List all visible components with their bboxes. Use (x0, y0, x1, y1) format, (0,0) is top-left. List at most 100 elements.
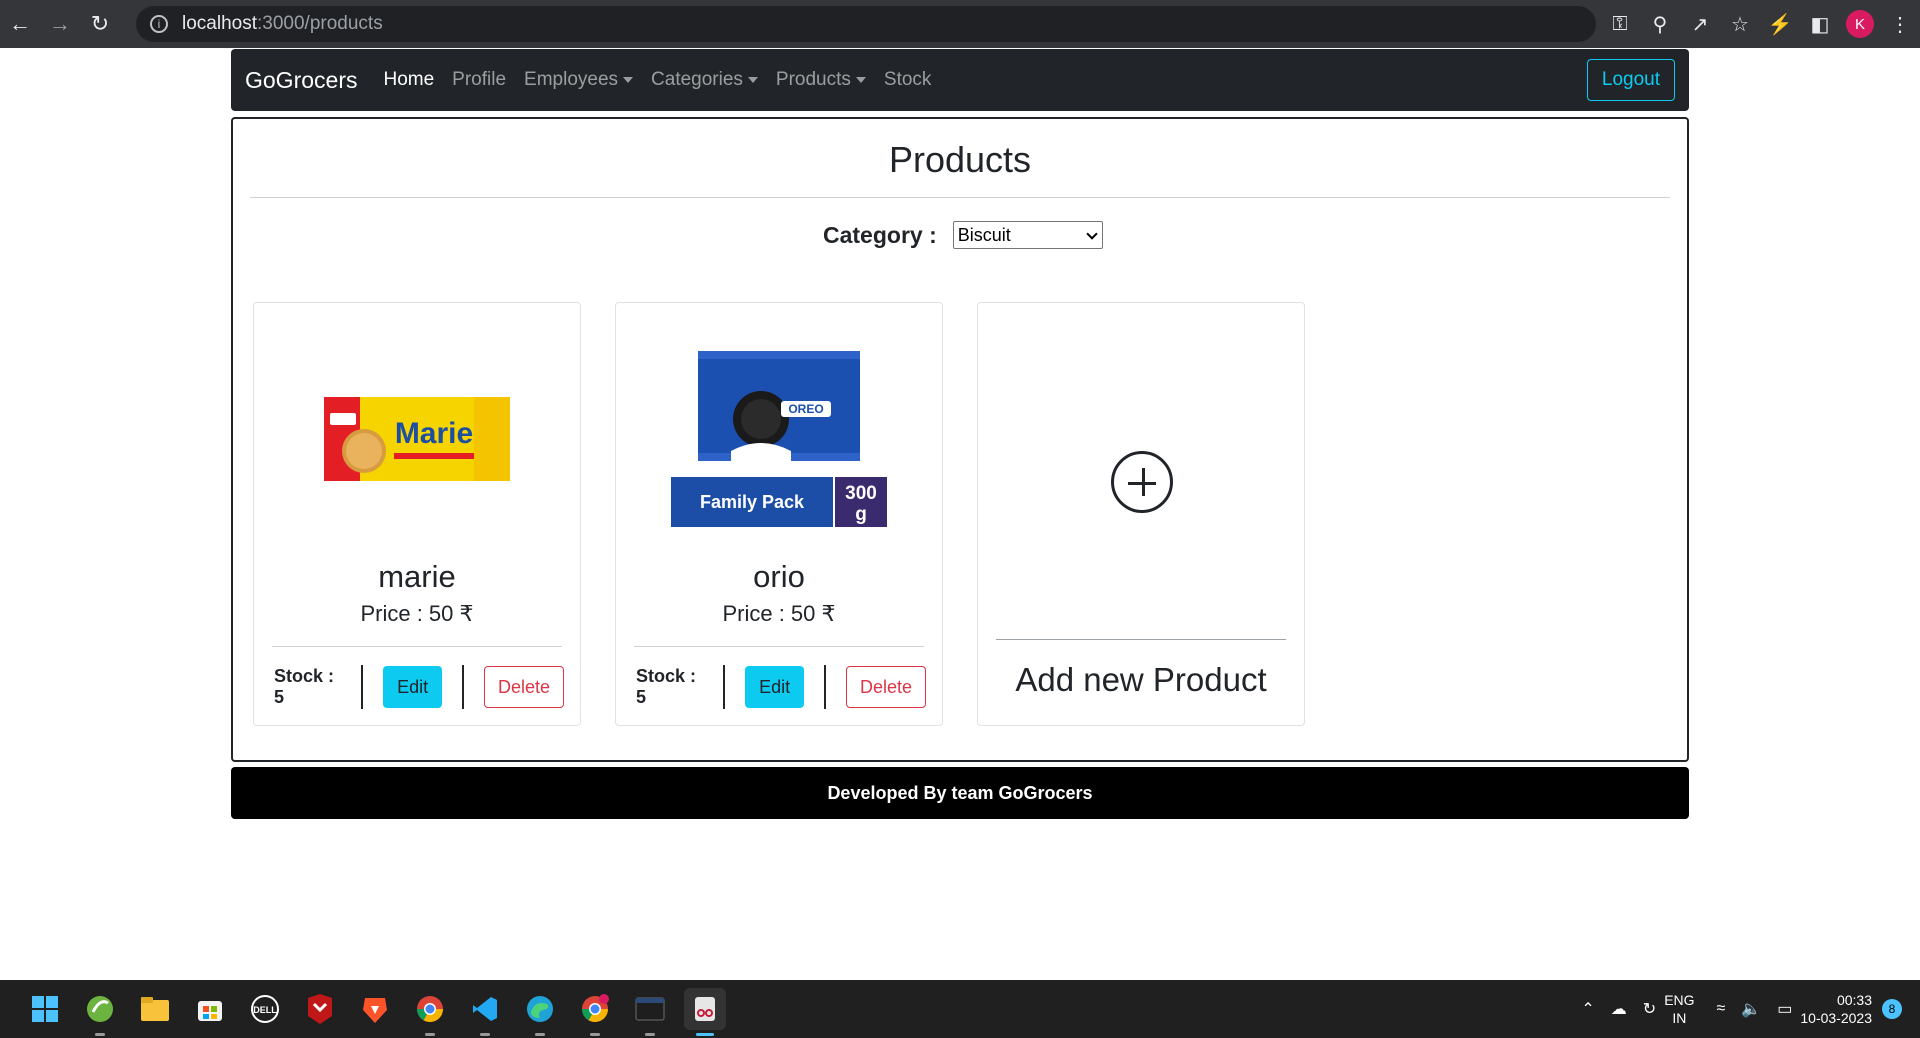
product-image: Marie (254, 339, 580, 539)
product-card: Marie marie Price : 50 ₹ Stock : 5 Edit … (253, 302, 581, 726)
svg-text:Marie: Marie (395, 417, 473, 450)
url-path: :3000/products (257, 13, 383, 34)
sync-icon[interactable]: ↻ (1643, 999, 1656, 1019)
nav-stock[interactable]: Stock (884, 69, 932, 91)
title-divider (250, 197, 1670, 198)
add-product-card[interactable]: Add new Product (977, 302, 1305, 726)
delete-button[interactable]: Delete (483, 666, 564, 708)
browser-toolbar: ← → ↻ i localhost:3000/products ⚿ ⚲ ↗ ☆ … (0, 0, 1920, 48)
vertical-divider (723, 665, 726, 709)
edit-button[interactable]: Edit (745, 666, 805, 708)
notification-badge[interactable]: 8 (1882, 999, 1902, 1019)
svg-text:OREO: OREO (788, 402, 823, 416)
svg-text:g: g (855, 504, 867, 525)
category-select-value: Biscuit (957, 224, 1011, 245)
mysql-shell-icon[interactable] (629, 988, 671, 1036)
vertical-divider (361, 665, 364, 709)
system-tray: ⌃ ☁ ↻ ENG IN ≈ 🔈 ▭ 00:33 10-03-2023 8 (1573, 980, 1902, 1038)
speaker-muted-icon[interactable]: 🔈 (1741, 999, 1761, 1019)
mcafee-icon[interactable] (299, 988, 341, 1030)
clock-time: 00:33 (1836, 992, 1872, 1008)
vertical-divider (824, 665, 826, 709)
product-card: OREO Family Pack 300 g orio Price : 50 ₹… (615, 302, 943, 726)
nav-products-dropdown[interactable]: Products (776, 69, 866, 91)
card-divider (996, 639, 1286, 640)
card-divider (272, 646, 562, 647)
card-actions: Stock : 5 Edit Delete (274, 665, 564, 709)
page-title: Products (888, 139, 1032, 180)
onedrive-cloud-icon[interactable]: ☁ (1611, 999, 1627, 1019)
svg-text:300: 300 (845, 483, 877, 504)
nav-categories-label: Categories (651, 69, 743, 90)
logout-button[interactable]: Logout (1586, 59, 1675, 101)
edge-icon[interactable] (519, 988, 561, 1036)
windows-start-icon[interactable] (24, 988, 66, 1030)
key-icon[interactable]: ⚿ (1600, 4, 1640, 44)
spring-tool-icon[interactable] (79, 988, 121, 1036)
forward-icon[interactable]: → (40, 4, 80, 44)
chevron-down-icon (1086, 228, 1098, 240)
add-product-label[interactable]: Add new Product (978, 661, 1304, 699)
plus-circle-icon[interactable] (1111, 451, 1173, 513)
svg-text:DELL: DELL (253, 1005, 277, 1015)
chrome-profile-icon[interactable] (574, 988, 616, 1036)
url-host: localhost (182, 13, 257, 34)
caret-down-icon (747, 76, 758, 83)
menu-kebab-icon[interactable]: ⋮ (1880, 4, 1920, 44)
product-price: Price : 50 ₹ (360, 601, 474, 626)
edit-button[interactable]: Edit (383, 666, 443, 708)
oreo-pack-image: OREO Family Pack 300 g (671, 351, 887, 527)
caret-down-icon (623, 76, 634, 83)
nav-profile[interactable]: Profile (452, 69, 506, 91)
nav-categories-dropdown[interactable]: Categories (651, 69, 758, 91)
side-panel-icon[interactable]: ◧ (1800, 4, 1840, 44)
product-name: orio (753, 559, 805, 594)
marie-pack-image: Marie (324, 397, 510, 481)
site-info-icon[interactable]: i (150, 15, 168, 33)
extension-icon[interactable]: ⚡ (1760, 4, 1800, 44)
region-code: IN (1672, 1010, 1687, 1026)
language-indicator[interactable]: ENG IN (1664, 991, 1694, 1027)
reload-icon[interactable]: ↻ (80, 4, 120, 44)
back-icon[interactable]: ← (0, 4, 40, 44)
brave-browser-icon[interactable] (354, 988, 396, 1030)
caret-down-icon (855, 76, 866, 83)
vscode-icon[interactable] (464, 988, 506, 1036)
product-price: Price : 50 ₹ (722, 601, 836, 626)
zoom-icon[interactable]: ⚲ (1640, 4, 1680, 44)
product-name: marie (378, 559, 456, 594)
product-stock: Stock : 5 (274, 666, 335, 707)
card-divider (634, 646, 924, 647)
bookmark-star-icon[interactable]: ☆ (1720, 4, 1760, 44)
category-select[interactable]: Biscuit (952, 221, 1103, 249)
profile-avatar[interactable]: K (1846, 10, 1874, 38)
app-navbar: GoGrocers Home Profile Employees Categor… (231, 49, 1689, 111)
battery-icon[interactable]: ▭ (1777, 999, 1792, 1019)
nav-home[interactable]: Home (383, 69, 434, 91)
brand-logo[interactable]: GoGrocers (245, 67, 357, 94)
nav-products-label: Products (775, 69, 851, 90)
products-panel: Products Category : Biscuit Marie marie … (231, 117, 1689, 762)
chrome-icon[interactable] (409, 988, 451, 1036)
store-icon[interactable] (189, 988, 231, 1030)
category-filter: Category : Biscuit (823, 221, 1103, 249)
lang-code: ENG (1664, 992, 1695, 1008)
nav-employees-label: Employees (524, 69, 619, 90)
clock-date: 10-03-2023 (1800, 1010, 1872, 1026)
dell-icon[interactable]: DELL (244, 988, 286, 1030)
card-actions: Stock : 5 Edit Delete (636, 665, 926, 709)
snipping-tool-icon[interactable] (684, 988, 726, 1036)
wifi-icon[interactable]: ≈ (1717, 1000, 1726, 1018)
category-label: Category : (823, 221, 937, 248)
nav-employees-dropdown[interactable]: Employees (524, 69, 634, 91)
address-bar[interactable]: i localhost:3000/products (136, 6, 1596, 42)
delete-button[interactable]: Delete (845, 666, 926, 708)
product-stock: Stock : 5 (636, 666, 697, 707)
chevron-up-icon[interactable]: ⌃ (1581, 999, 1594, 1019)
svg-text:Family Pack: Family Pack (700, 492, 805, 512)
product-image: OREO Family Pack 300 g (616, 339, 942, 539)
vertical-divider (462, 665, 464, 709)
file-explorer-icon[interactable] (134, 988, 176, 1030)
share-icon[interactable]: ↗ (1680, 4, 1720, 44)
clock[interactable]: 00:33 10-03-2023 (1800, 991, 1872, 1027)
